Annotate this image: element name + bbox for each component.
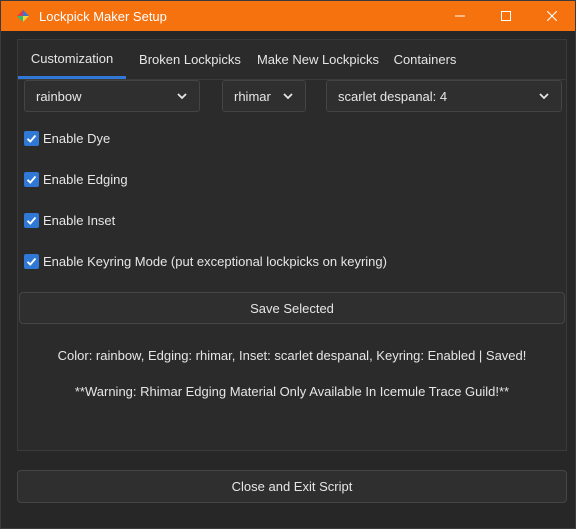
tab-customization[interactable]: Customization [18, 40, 126, 79]
save-selected-button[interactable]: Save Selected [19, 292, 565, 324]
minimize-icon[interactable] [437, 1, 483, 31]
checkmark-icon [26, 257, 37, 266]
enable-inset-option[interactable]: Enable Inset [24, 213, 115, 228]
chevron-down-icon [283, 93, 293, 100]
title-bar[interactable]: Lockpick Maker Setup [1, 1, 575, 31]
enable-dye-checkbox[interactable] [24, 131, 39, 146]
chevron-down-icon [539, 93, 549, 100]
edging-dropdown[interactable]: rhimar [222, 80, 306, 112]
chevron-down-icon [177, 93, 187, 100]
enable-keyring-option[interactable]: Enable Keyring Mode (put exceptional loc… [24, 254, 387, 269]
close-exit-button[interactable]: Close and Exit Script [17, 470, 567, 503]
tab-broken-lockpicks[interactable]: Broken Lockpicks [126, 40, 254, 79]
inset-dropdown[interactable]: scarlet despanal: 4 [326, 80, 562, 112]
enable-dye-option[interactable]: Enable Dye [24, 131, 110, 146]
checkmark-icon [26, 175, 37, 184]
app-window: Lockpick Maker Setup Customization Broke… [0, 0, 576, 529]
enable-inset-label: Enable Inset [43, 213, 116, 228]
color-dropdown[interactable]: rainbow [24, 80, 200, 112]
enable-inset-checkbox[interactable] [24, 213, 39, 228]
close-icon[interactable] [529, 1, 575, 31]
enable-keyring-checkbox[interactable] [24, 254, 39, 269]
warning-message: **Warning: Rhimar Edging Material Only A… [74, 384, 510, 399]
enable-keyring-label: Enable Keyring Mode (put exceptional loc… [43, 254, 387, 269]
enable-edging-checkbox[interactable] [24, 172, 39, 187]
enable-dye-label: Enable Dye [43, 131, 111, 146]
status-summary: Color: rainbow, Edging: rhimar, Inset: s… [57, 348, 527, 363]
tab-panel: Customization Broken Lockpicks Make New … [17, 39, 567, 451]
tab-make-new-lockpicks[interactable]: Make New Lockpicks [254, 40, 382, 79]
window-title: Lockpick Maker Setup [39, 8, 167, 24]
app-logo-icon [15, 8, 31, 24]
maximize-icon[interactable] [483, 1, 529, 31]
tab-bar: Customization Broken Lockpicks Make New … [18, 40, 566, 80]
color-dropdown-value: rainbow [36, 88, 82, 104]
checkmark-icon [26, 134, 37, 143]
checkmark-icon [26, 216, 37, 225]
edging-dropdown-value: rhimar [234, 88, 271, 104]
enable-edging-option[interactable]: Enable Edging [24, 172, 128, 187]
enable-edging-label: Enable Edging [43, 172, 128, 187]
tab-containers[interactable]: Containers [382, 40, 468, 79]
inset-dropdown-value: scarlet despanal: 4 [338, 88, 448, 104]
